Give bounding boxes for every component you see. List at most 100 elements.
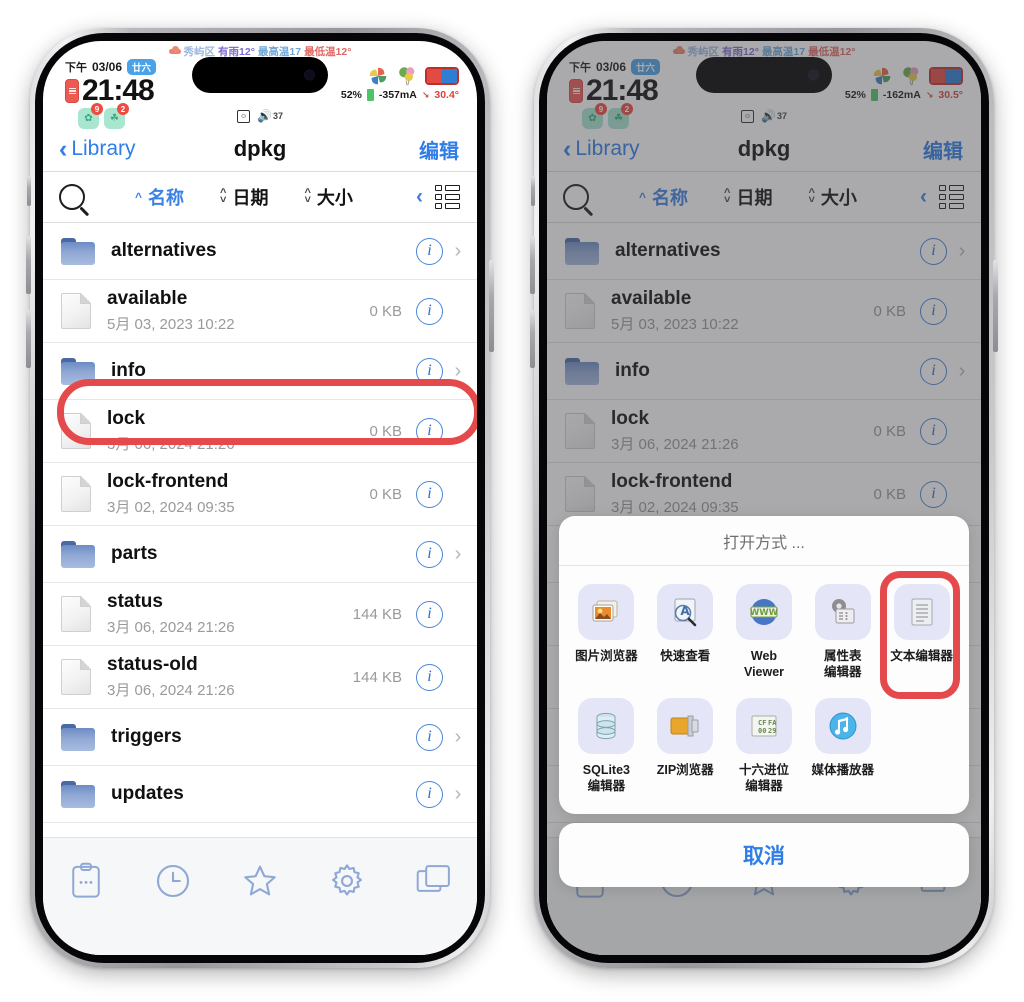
app-option-photo-viewer[interactable]: 图片浏览器 (567, 580, 646, 684)
svg-text:CF: CF (758, 719, 766, 727)
search-icon[interactable] (59, 184, 85, 210)
info-button[interactable]: i (416, 723, 443, 751)
file-name: status (107, 591, 163, 613)
table-row[interactable]: available 5月 03, 2023 10:22 0 KB i › (43, 280, 477, 343)
weather-location: 秀屿区 (687, 45, 720, 58)
chevron-left-icon[interactable]: ‹ (920, 185, 927, 209)
volume-value: 37 (776, 111, 787, 121)
info-button[interactable]: i (416, 600, 443, 628)
search-icon[interactable] (563, 184, 589, 210)
tab-clipboard[interactable] (43, 854, 130, 908)
info-button[interactable]: i (416, 357, 443, 385)
app-option-quicklook[interactable]: A 快速查看 (646, 580, 725, 684)
app-option-plist-editor[interactable]: 属性表 编辑器 (803, 580, 882, 684)
windows-icon (416, 865, 450, 892)
file-size: 0 KB (873, 302, 906, 320)
table-row[interactable]: lock 3月 06, 2024 21:26 0 KB i › (547, 400, 981, 463)
info-button[interactable]: i (416, 237, 443, 265)
info-button[interactable]: i (416, 780, 443, 808)
edit-button[interactable]: 编辑 (419, 135, 459, 164)
file-name: alternatives (615, 240, 721, 262)
sort-by-size[interactable]: ^ ˅ 大小 (304, 184, 352, 210)
back-button[interactable]: ‹ Library (59, 136, 136, 162)
info-button[interactable]: i (920, 297, 947, 325)
info-button[interactable]: i (416, 480, 443, 508)
info-button[interactable]: i (416, 297, 443, 325)
info-button[interactable]: i (920, 237, 947, 265)
table-row[interactable]: alternatives i › (43, 223, 477, 280)
media-player-icon (814, 698, 871, 754)
table-row[interactable]: status-old 3月 06, 2024 21:26 144 KB i › (43, 646, 477, 709)
list-view-icon[interactable] (939, 185, 965, 209)
app-option-sqlite-editor[interactable]: SQLite3 编辑器 (567, 694, 646, 798)
status-bar: 下午 03/06 廿六 21:48 ✿ 9 ☘ 2 (43, 55, 477, 131)
info-button[interactable]: i (416, 663, 443, 691)
sort-by-name[interactable]: ^ 名称 (639, 184, 688, 210)
power-button[interactable] (993, 260, 998, 352)
table-row[interactable]: lock-frontend 3月 02, 2024 09:35 0 KB i › (43, 463, 477, 526)
mute-switch[interactable] (27, 176, 31, 206)
sort-by-date[interactable]: ^ ˅ 日期 (724, 184, 772, 210)
speaker-icon: 🔊 (257, 109, 272, 123)
tab-favorites[interactable] (217, 854, 304, 908)
volume-indicator: 🔊 37 (761, 109, 787, 123)
battery-pill-icon (65, 79, 79, 103)
app-option-hex-editor[interactable]: CF FA 00 29 十六进位 编辑器 (725, 694, 804, 798)
app-label: 媒体播放器 (811, 763, 875, 777)
volume-up-button[interactable] (26, 236, 31, 294)
tab-windows[interactable] (390, 854, 477, 908)
table-row[interactable]: lock 3月 06, 2024 21:26 0 KB i › (43, 400, 477, 463)
status-bar-secondary: ☺ 🔊 37 (43, 109, 477, 123)
volume-down-button[interactable] (530, 310, 535, 368)
table-row[interactable]: updates i › (43, 766, 477, 823)
sort-by-date[interactable]: ^ ˅ 日期 (220, 184, 268, 210)
tab-recents[interactable] (130, 854, 217, 908)
weather-high: 最高温17 (761, 45, 806, 58)
table-row[interactable]: available 5月 03, 2023 10:22 0 KB i › (547, 280, 981, 343)
chevron-up-icon: ^ (135, 190, 143, 204)
table-row[interactable]: triggers i › (43, 709, 477, 766)
cancel-button[interactable]: 取消 (559, 823, 969, 887)
chevron-right-icon: › (454, 725, 462, 748)
chevron-left-icon[interactable]: ‹ (416, 185, 423, 209)
sort-name-label: 名称 (652, 188, 689, 208)
info-button[interactable]: i (416, 417, 443, 445)
app-option-zip-viewer[interactable]: ZIP浏览器 (646, 694, 725, 798)
info-button[interactable]: i (920, 480, 947, 508)
app-option-web-viewer[interactable]: WWW Web Viewer (725, 580, 804, 684)
svg-text:WWW: WWW (750, 608, 779, 618)
info-button[interactable]: i (920, 357, 947, 385)
weather-high: 最高温17 (257, 45, 302, 58)
table-row[interactable]: alternatives i › (547, 223, 981, 280)
table-row-status[interactable]: status 3月 06, 2024 21:26 144 KB i › (43, 583, 477, 646)
back-button[interactable]: ‹ Library (563, 136, 640, 162)
table-row[interactable]: info i › (547, 343, 981, 400)
tab-settings[interactable] (303, 854, 390, 908)
file-size: 144 KB (352, 668, 402, 686)
info-button[interactable]: i (416, 540, 443, 568)
sort-by-name[interactable]: ^ 名称 (135, 184, 184, 210)
power-button[interactable] (489, 260, 494, 352)
info-button[interactable]: i (920, 417, 947, 445)
edit-button[interactable]: 编辑 (923, 135, 963, 164)
volume-down-button[interactable] (26, 310, 31, 368)
file-date: 3月 06, 2024 21:26 (107, 435, 235, 453)
quicklook-icon: A (657, 584, 714, 640)
table-row[interactable]: info i › (43, 343, 477, 400)
svg-text:00: 00 (758, 727, 766, 735)
file-name: available (611, 288, 692, 310)
app-option-media-player[interactable]: 媒体播放器 (803, 694, 882, 798)
sort-by-size[interactable]: ^ ˅ 大小 (808, 184, 856, 210)
sort-bar: ^ 名称 ^ ˅ 日期 ^ ˅ 大小 ‹ (547, 172, 981, 222)
back-label: Library (71, 137, 136, 160)
table-row[interactable]: parts i › (43, 526, 477, 583)
pinwheel-icon (367, 65, 389, 87)
sort-date-label: 日期 (232, 188, 269, 208)
app-label: Web Viewer (743, 649, 785, 679)
screenshot-indicator-icon: ☺ (237, 109, 251, 123)
list-view-icon[interactable] (435, 185, 461, 209)
action-sheet-title: 打开方式 ... (559, 516, 969, 566)
file-date: 3月 06, 2024 21:26 (611, 435, 739, 453)
mute-switch[interactable] (531, 176, 535, 206)
volume-up-button[interactable] (530, 236, 535, 294)
